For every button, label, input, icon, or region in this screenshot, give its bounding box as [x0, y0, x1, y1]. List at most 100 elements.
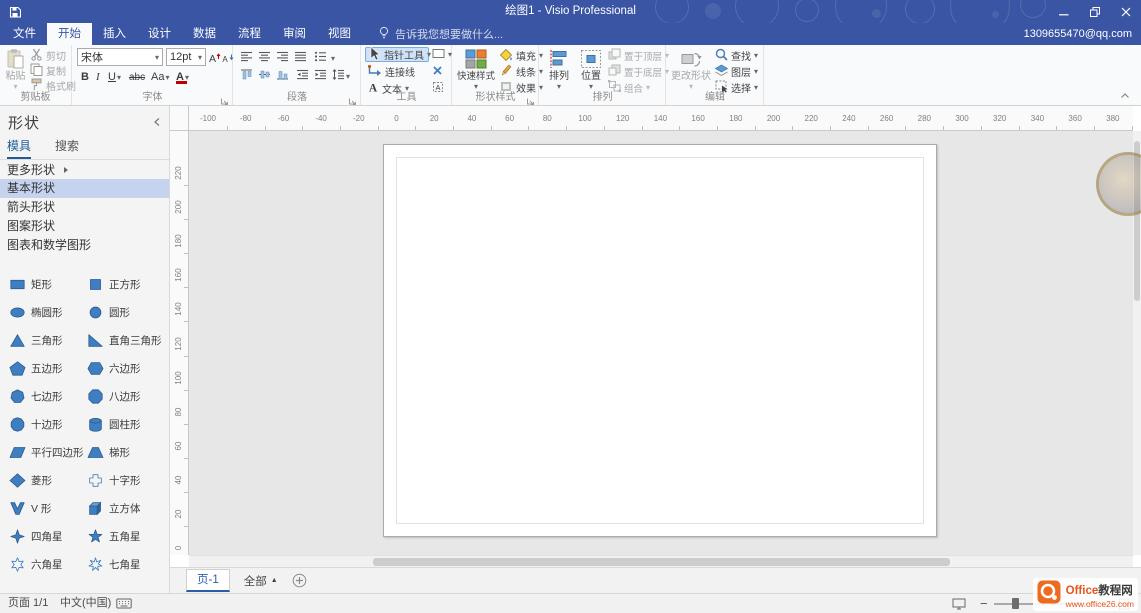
ribbon-tab-data[interactable]: 数据: [182, 23, 227, 45]
align-bottom-button[interactable]: [276, 67, 289, 82]
shape-star6[interactable]: 六角星: [8, 550, 86, 578]
align-top-button[interactable]: [240, 67, 253, 82]
more-shapes-item[interactable]: 更多形状: [0, 160, 169, 179]
strikethrough-button[interactable]: abc: [127, 69, 147, 85]
shape-decagon[interactable]: 十边形: [8, 410, 86, 438]
shrink-font-button[interactable]: A: [221, 50, 234, 65]
tab-stencils[interactable]: 模具: [7, 134, 31, 159]
add-page-button[interactable]: [292, 573, 307, 588]
change-shape-button[interactable]: 更改形状 ▾: [670, 47, 712, 93]
close-button[interactable]: [1110, 0, 1141, 23]
underline-button[interactable]: U ▾: [106, 69, 123, 85]
shape-pentagon[interactable]: 五边形: [8, 354, 86, 382]
zoom-out-button[interactable]: −: [980, 594, 988, 613]
horizontal-scrollbar[interactable]: [189, 555, 1133, 567]
presentation-mode-icon[interactable]: [952, 598, 966, 613]
h-ruler[interactable]: -100-80-60-40-20020406080100120140160180…: [189, 106, 1133, 131]
tell-me-box[interactable]: 告诉我您想要做什么...: [378, 23, 503, 45]
ribbon-tab-file[interactable]: 文件: [2, 23, 47, 45]
line-button[interactable]: 线条 ▾: [499, 64, 543, 79]
ribbon-tab-review[interactable]: 审阅: [272, 23, 317, 45]
ribbon-tab-insert[interactable]: 插入: [92, 23, 137, 45]
v-ruler[interactable]: 220200180160140120100806040200: [170, 131, 189, 555]
copy-button[interactable]: 复制: [30, 63, 66, 78]
align-right-button[interactable]: [276, 49, 289, 64]
shape-triangle[interactable]: 三角形: [8, 326, 86, 354]
minimize-button[interactable]: [1048, 0, 1079, 23]
collapse-ribbon-button[interactable]: [1117, 90, 1133, 102]
align-left-button[interactable]: [240, 49, 253, 64]
bullets-button[interactable]: [314, 49, 327, 64]
ribbon-tab-design[interactable]: 设计: [137, 23, 182, 45]
fill-button[interactable]: 填充 ▾: [499, 48, 543, 63]
shape-star5[interactable]: 五角星: [86, 522, 174, 550]
italic-button[interactable]: I: [94, 69, 102, 85]
shape-star7[interactable]: 七角星: [86, 550, 174, 578]
shape-octagon[interactable]: 八边形: [86, 382, 174, 410]
shape-square[interactable]: 正方形: [86, 270, 174, 298]
shape-ellipse[interactable]: 椭圆形: [8, 298, 86, 326]
shape-cross[interactable]: 十字形: [86, 466, 174, 494]
save-icon[interactable]: [9, 5, 21, 23]
horizontal-scrollbar-thumb[interactable]: [373, 558, 950, 566]
justify-button[interactable]: [294, 49, 307, 64]
shape-diamond[interactable]: 菱形: [8, 466, 86, 494]
position-button[interactable]: 位置 ▾: [576, 47, 606, 93]
ribbon-tab-view[interactable]: 视图: [317, 23, 362, 45]
increase-indent-button[interactable]: [314, 67, 327, 82]
ribbon-tab-home[interactable]: 开始: [47, 23, 92, 45]
paste-button[interactable]: 粘贴 ▾: [2, 47, 29, 93]
shape-rect[interactable]: 矩形: [8, 270, 86, 298]
align-middle-button[interactable]: [258, 67, 271, 82]
shape-circle[interactable]: 圆形: [86, 298, 174, 326]
shape-cube[interactable]: 立方体: [86, 494, 174, 522]
drawing-page[interactable]: [383, 144, 937, 537]
grow-font-button[interactable]: A: [208, 50, 221, 65]
pointer-tool-button[interactable]: 指针工具 ▾: [365, 47, 429, 62]
page-indicator[interactable]: 页面 1/1: [8, 594, 48, 613]
language-indicator[interactable]: 中文(中国): [60, 594, 111, 613]
font-name-combo[interactable]: 宋体 ▾: [77, 48, 163, 66]
stencil-basic-shapes[interactable]: 基本形状: [0, 179, 169, 198]
font-size-combo[interactable]: 12pt ▾: [166, 48, 206, 66]
connector-tool-button[interactable]: 连接线: [367, 64, 415, 79]
shape-right-triangle[interactable]: 直角三角形: [86, 326, 174, 354]
shape-vee[interactable]: V 形: [8, 494, 86, 522]
shape-heptagon[interactable]: 七边形: [8, 382, 86, 410]
keyboard-icon[interactable]: [116, 598, 132, 612]
ribbon-tab-process[interactable]: 流程: [227, 23, 272, 45]
connection-point-button[interactable]: [432, 64, 443, 79]
decrease-indent-button[interactable]: [296, 67, 309, 82]
zoom-slider-thumb[interactable]: [1012, 598, 1019, 609]
tab-search[interactable]: 搜索: [55, 134, 79, 159]
change-case-button[interactable]: Aa ▾: [149, 69, 171, 85]
shape-star4[interactable]: 四角星: [8, 522, 86, 550]
format-painter-button[interactable]: 格式刷: [30, 78, 76, 93]
stencil-chart-math-shapes[interactable]: 图表和数学图形: [0, 236, 169, 255]
restore-button[interactable]: [1079, 0, 1110, 23]
line-spacing-button[interactable]: [332, 67, 345, 82]
shape-hexagon[interactable]: 六边形: [86, 354, 174, 382]
rectangle-tool-button[interactable]: ▾: [432, 47, 452, 62]
cut-button[interactable]: 剪切: [30, 48, 66, 63]
collapse-panel-icon[interactable]: [153, 114, 161, 132]
bring-to-front-button[interactable]: 置于顶层 ▾: [608, 48, 669, 63]
layers-button[interactable]: 图层 ▾: [715, 64, 758, 79]
bullets-caret-icon[interactable]: ▾: [331, 51, 335, 66]
align-center-button[interactable]: [258, 49, 271, 64]
stencil-arrow-shapes[interactable]: 箭头形状: [0, 198, 169, 217]
align-button[interactable]: 排列 ▾: [544, 47, 574, 93]
drawing-canvas[interactable]: [189, 131, 1133, 555]
page-tab-page1[interactable]: 页-1: [186, 569, 230, 592]
line-spacing-caret[interactable]: ▾: [346, 69, 350, 84]
bold-button[interactable]: B: [79, 69, 91, 85]
stencil-pattern-shapes[interactable]: 图案形状: [0, 217, 169, 236]
quick-styles-button[interactable]: 快速样式 ▾: [455, 47, 497, 93]
send-to-back-button[interactable]: 置于底层 ▾: [608, 64, 669, 79]
shape-parallelogram[interactable]: 平行四边形: [8, 438, 86, 466]
shape-cylinder[interactable]: 圆柱形: [86, 410, 174, 438]
find-button[interactable]: 查找 ▾: [715, 48, 758, 63]
page-tab-all[interactable]: 全部 ▲: [244, 573, 278, 589]
account-email[interactable]: 1309655470@qq.com: [1024, 23, 1132, 45]
shape-trapezoid[interactable]: 梯形: [86, 438, 174, 466]
